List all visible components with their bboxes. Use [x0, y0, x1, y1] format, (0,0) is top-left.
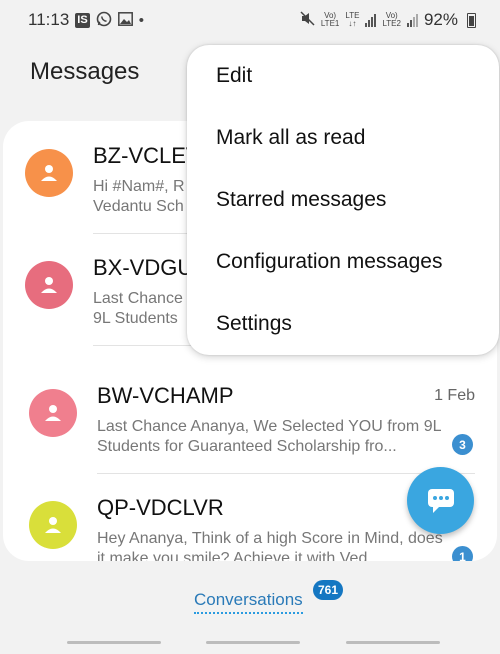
new-message-button[interactable] [407, 467, 474, 534]
overflow-menu: Edit Mark all as read Starred messages C… [187, 45, 499, 355]
sim1-indicator: Vo) LTE1 [320, 11, 340, 28]
battery-icon [467, 12, 476, 28]
unread-count-badge: 1 [452, 546, 473, 561]
nav-recents-button[interactable] [67, 641, 161, 644]
chat-bubble-icon [427, 488, 454, 513]
menu-item-settings[interactable]: Settings [187, 293, 499, 355]
status-bar: 11:13 IS • Vo) LTE1 LTE ↓↑ Vo) LTE2 92% [0, 0, 500, 40]
conversation-preview: Hey Ananya, Think of a high Score in Min… [97, 530, 443, 561]
menu-item-edit[interactable]: Edit [187, 45, 499, 107]
bottom-tab-bar: Conversations 761 [0, 580, 500, 620]
nav-back-button[interactable] [346, 641, 440, 644]
sim2-indicator: Vo) LTE2 [382, 11, 401, 28]
status-left: 11:13 IS • [28, 10, 144, 30]
battery-percent: 92% [423, 10, 458, 29]
menu-item-mark-all-read[interactable]: Mark all as read [187, 107, 499, 169]
status-time: 11:13 [28, 10, 70, 29]
person-icon [41, 165, 57, 181]
sim1-lte: LTE ↓↑ [345, 11, 360, 28]
signal-icon-2 [406, 13, 418, 27]
person-icon [45, 405, 61, 421]
signal-icon-1 [365, 13, 377, 27]
unread-count-badge: 3 [452, 434, 473, 455]
conversation-row[interactable]: BW-VCHAMP 1 Feb Last Chance Ananya, We S… [3, 361, 497, 473]
conversation-name: QP-VDCLVR [97, 495, 224, 520]
person-icon [41, 277, 57, 293]
conversations-count-badge: 761 [313, 580, 344, 600]
image-icon [117, 11, 133, 29]
avatar[interactable] [25, 261, 73, 309]
person-icon [45, 517, 61, 533]
whatsapp-icon [96, 11, 112, 30]
notification-badge: IS [75, 12, 90, 28]
conversation-name: BX-VDGU [93, 255, 194, 280]
more-notifications-dot: • [138, 11, 144, 29]
status-right: Vo) LTE1 LTE ↓↑ Vo) LTE2 92% [300, 10, 476, 30]
avatar[interactable] [29, 501, 77, 549]
avatar[interactable] [29, 389, 77, 437]
conversation-name: BW-VCHAMP [97, 383, 234, 408]
conversation-date: 1 Feb [434, 387, 475, 404]
conversation-name: BZ-VCLEV [93, 143, 201, 168]
menu-item-configuration-messages[interactable]: Configuration messages [187, 231, 499, 293]
tab-conversations[interactable]: Conversations [194, 590, 303, 614]
nav-home-button[interactable] [206, 641, 300, 644]
page-title: Messages [30, 58, 140, 85]
avatar[interactable] [25, 149, 73, 197]
menu-item-starred-messages[interactable]: Starred messages [187, 169, 499, 231]
mute-icon [300, 11, 315, 29]
conversation-preview: Last Chance Ananya, We Selected YOU from… [97, 418, 441, 455]
